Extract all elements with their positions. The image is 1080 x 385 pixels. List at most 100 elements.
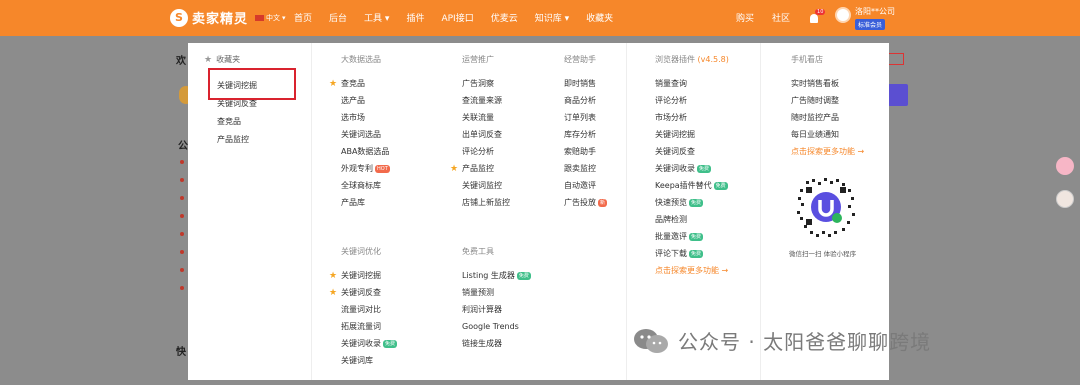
menu-item-ad-adjust[interactable]: 广告随时调整 <box>791 92 864 109</box>
menu-item-realtime-board[interactable]: 实时销售看板 <box>791 75 864 92</box>
col-title: 关键词优化 <box>341 247 381 256</box>
explore-more-link[interactable]: 点击探索更多功能 → <box>655 262 729 279</box>
menu-item-keyword-expand[interactable]: 拓展流量词 <box>329 318 397 335</box>
menu-item-auto-review[interactable]: 自动邀评 <box>564 177 607 194</box>
menu-item-monitor-product[interactable]: 随时监控产品 <box>791 109 864 126</box>
menu-item-quick-preview[interactable]: 快速预览 免费 <box>655 194 729 211</box>
col-title: 经营助手 <box>564 55 596 64</box>
star-icon: ★ <box>329 287 338 298</box>
menu-item-keyword-select[interactable]: 关键词选品 <box>329 126 390 143</box>
nav-plugin[interactable]: 插件 <box>406 11 424 24</box>
avatar[interactable] <box>835 7 851 23</box>
menu-item-label: 广告投放 <box>564 197 596 207</box>
menu-item-review-download[interactable]: 评论下载 免费 <box>655 245 729 262</box>
wechat-watermark: 公众号 · 太阳爸爸聊聊跨境 <box>632 326 931 355</box>
menu-item-keyword-compare[interactable]: 流量词对比 <box>329 301 397 318</box>
menu-item-daily-report[interactable]: 每日业绩通知 <box>791 126 864 143</box>
free-badge: 免费 <box>516 271 531 280</box>
fav-item-competitor[interactable]: 查竞品 <box>217 116 241 127</box>
menu-item-sales-forecast[interactable]: 销量预测 <box>462 284 531 301</box>
menu-item-product-monitor[interactable]: ★ 产品监控 <box>450 160 510 177</box>
menu-item-label: 关键词选品 <box>341 129 381 139</box>
menu-item-select-product[interactable]: 选产品 <box>329 92 390 109</box>
user-name: 洛阳**公司 <box>855 7 895 16</box>
nav-api[interactable]: API接口 <box>441 11 473 24</box>
nav-knowledge[interactable]: 知识库 ▾ <box>535 11 569 24</box>
nav-home[interactable]: 首页 <box>294 11 312 24</box>
nav-knowledge-label: 知识库 <box>534 14 562 24</box>
menu-item-store-monitor[interactable]: 店铺上新监控 <box>450 194 510 211</box>
menu-item-aba[interactable]: ABA数据选品 <box>329 143 390 160</box>
favorites-header: ★ 收藏夹 <box>204 54 240 65</box>
menu-item-ad-insight[interactable]: 广告洞察 <box>450 75 510 92</box>
logo[interactable]: S 卖家精灵 <box>170 8 248 27</box>
assistant-float-icon[interactable] <box>1056 190 1074 208</box>
menu-item-keyword-reverse-plugin[interactable]: 关键词反查 <box>655 143 729 160</box>
menu-item-label: ABA数据选品 <box>341 146 390 156</box>
menu-item-google-trends[interactable]: Google Trends <box>462 318 531 335</box>
menu-item-profit-calculator[interactable]: 利润计算器 <box>462 301 531 318</box>
language-switcher[interactable]: 中文 ▾ <box>255 13 286 23</box>
nav-favorites[interactable]: 收藏夹 <box>586 11 613 24</box>
menu-item-keepa-alt[interactable]: Keepa插件替代 免费 <box>655 177 729 194</box>
menu-item-label: 选市场 <box>341 112 365 122</box>
menu-item-label: 流量词对比 <box>341 304 381 314</box>
menu-item-keyword-library[interactable]: 关键词库 <box>329 352 397 369</box>
bg-bullet <box>180 250 184 254</box>
menu-item-keyword-index[interactable]: 关键词收录 免费 <box>329 335 398 352</box>
menu-item-related-traffic[interactable]: 关联流量 <box>450 109 510 126</box>
menu-item-market-analysis[interactable]: 市场分析 <box>655 109 729 126</box>
menu-item-design-patent[interactable]: 外观专利 HOT <box>329 160 390 177</box>
col-mobile: 手机看店 实时销售看板 广告随时调整 随时监控产品 每日业绩通知 点击探索更多功… <box>791 54 864 160</box>
nav-tools-label: 工具 <box>364 14 383 24</box>
nav-community[interactable]: 社区 <box>772 11 790 24</box>
menu-item-review-analysis-plugin[interactable]: 评论分析 <box>655 92 729 109</box>
menu-item-instant-sales[interactable]: 即时销售 <box>564 75 607 92</box>
menu-item-keyword-index-plugin[interactable]: 关键词收录 免费 <box>655 160 729 177</box>
menu-item-select-market[interactable]: 选市场 <box>329 109 390 126</box>
menu-item-keyword-reverse[interactable]: ★ 关键词反查 <box>329 284 397 301</box>
nav-buy[interactable]: 购买 <box>736 11 754 24</box>
menu-item-hijack-monitor[interactable]: 跟卖监控 <box>564 160 607 177</box>
nav-youmaiyun[interactable]: 优麦云 <box>491 11 518 24</box>
menu-item-listing-generator[interactable]: Listing 生成器 免费 <box>462 267 531 284</box>
menu-item-order-list[interactable]: 订单列表 <box>564 109 607 126</box>
menu-item-label: 关键词挖掘 <box>341 270 381 280</box>
nav-tools[interactable]: 工具 ▾ <box>364 11 389 24</box>
menu-item-label: 店铺上新监控 <box>462 197 510 207</box>
menu-item-brand-check[interactable]: 品牌检测 <box>655 211 729 228</box>
menu-item-bulk-review[interactable]: 批量邀评 免费 <box>655 228 729 245</box>
menu-item-label: 关键词收录 <box>341 338 381 348</box>
menu-item-sales-query[interactable]: 销量查询 <box>655 75 729 92</box>
menu-item-competitor[interactable]: ★ 查竞品 <box>329 75 390 92</box>
menu-item-trademark[interactable]: 全球商标库 <box>329 177 390 194</box>
user-info[interactable]: 洛阳**公司 标准会员 <box>855 6 895 30</box>
menu-item-label: 关联流量 <box>462 112 494 122</box>
col-title: 手机看店 <box>791 55 823 64</box>
explore-more-link[interactable]: 点击探索更多功能 → <box>791 143 864 160</box>
menu-item-order-keyword[interactable]: 出单词反查 <box>450 126 510 143</box>
menu-item-traffic-source[interactable]: 查流量来源 <box>450 92 510 109</box>
menu-item-inventory[interactable]: 库存分析 <box>564 126 607 143</box>
menu-item-product-analysis[interactable]: 商品分析 <box>564 92 607 109</box>
menu-item-keyword-mining[interactable]: ★ 关键词挖掘 <box>329 267 397 284</box>
menu-item-link-generator[interactable]: 链接生成器 <box>462 335 531 352</box>
col-title: 免费工具 <box>462 247 494 256</box>
menu-item-keyword-monitor[interactable]: 关键词监控 <box>450 177 510 194</box>
translate-float-icon[interactable] <box>1056 157 1074 175</box>
top-navbar: S 卖家精灵 中文 ▾ 首页 后台 工具 ▾ 插件 API接口 优麦云 知识库 … <box>0 0 1080 36</box>
bg-announcement: 公 <box>178 141 188 152</box>
language-label: 中文 <box>266 14 280 22</box>
menu-item-claims[interactable]: 索赔助手 <box>564 143 607 160</box>
qr-caption: 微信扫一扫 体验小程序 <box>789 250 857 258</box>
menu-item-product-library[interactable]: 产品库 <box>329 194 390 211</box>
menu-item-ad-placement[interactable]: 广告投放新 <box>564 194 608 211</box>
nav-backend[interactable]: 后台 <box>329 11 347 24</box>
menu-item-review-analysis[interactable]: 评论分析 <box>450 143 510 160</box>
notification-bell[interactable]: 10 <box>808 8 826 24</box>
highlight-box <box>208 68 296 100</box>
col-title: 运营推广 <box>462 55 494 64</box>
menu-item-label: 全球商标库 <box>341 180 381 190</box>
menu-item-keyword-mining-plugin[interactable]: 关键词挖掘 <box>655 126 729 143</box>
fav-item-product-monitor[interactable]: 产品监控 <box>217 134 249 145</box>
